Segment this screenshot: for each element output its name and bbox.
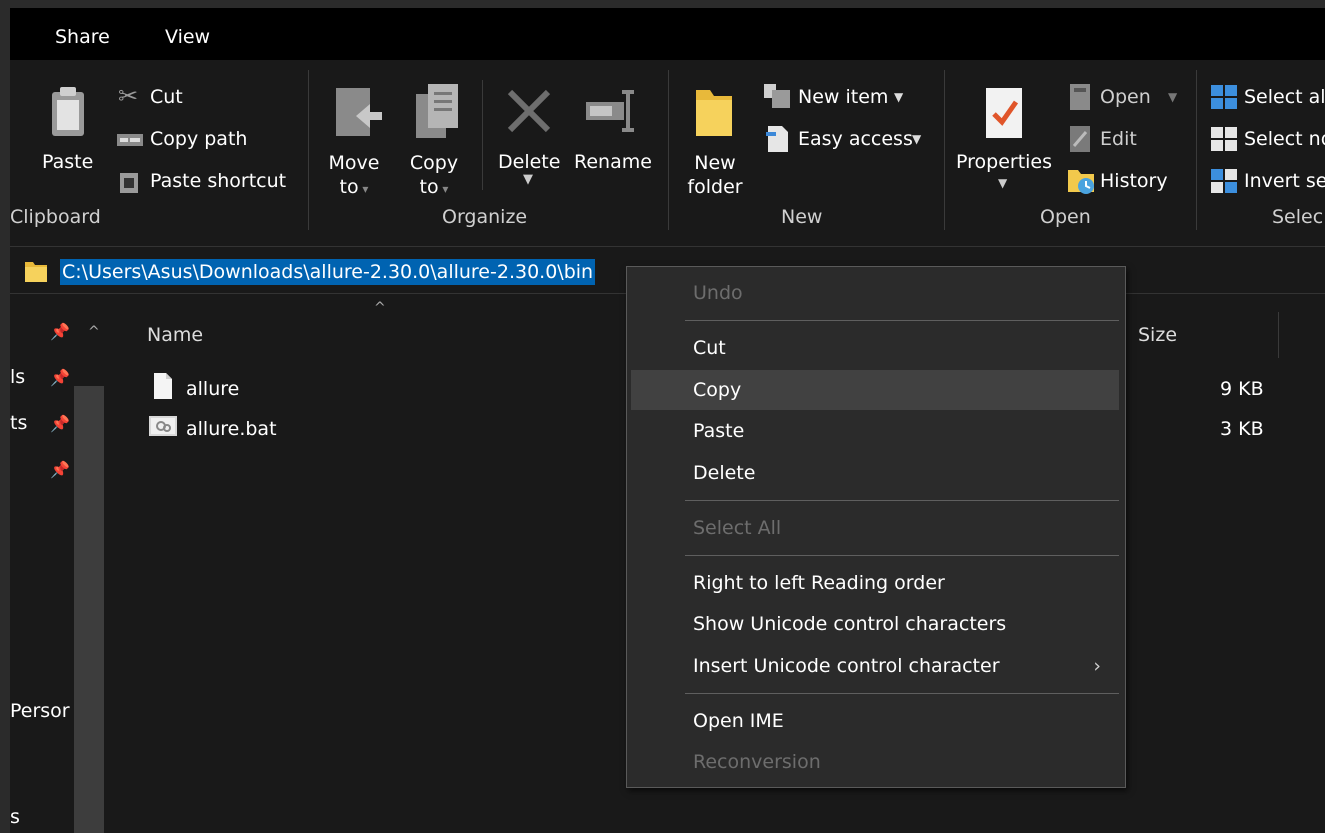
menu-item-open-ime[interactable]: Open IME [631,701,1119,741]
context-menu: Undo Cut Copy Paste Delete Select All Ri… [626,266,1126,788]
file-size: 9 KB [1220,378,1264,400]
history-icon [1068,170,1094,194]
properties-icon [986,88,1022,138]
new-item-icon [764,84,790,108]
organize-group-label: Organize [442,206,528,228]
new-folder-label-1: New [694,152,736,174]
file-name: allure [186,378,240,400]
chevron-down-icon: ▼ [523,172,533,187]
menu-item-paste[interactable]: Paste [631,411,1119,451]
navigation-pane: ^ 📌 ls 📌 ts 📌 📌 Persor s [10,294,107,833]
select-none-label: Select no [1244,128,1325,150]
open-group-label: Open [1040,206,1091,228]
batch-file-icon [149,416,177,436]
chevron-down-icon: ▼ [894,90,904,104]
select-group-label: Selec [1272,206,1324,228]
folder-icon [25,262,47,282]
move-to-label-2: to [339,176,359,198]
menu-item-cut[interactable]: Cut [631,328,1119,368]
menu-item-undo[interactable]: Undo [631,273,1119,313]
copy-path-label: Copy path [150,128,248,150]
menu-separator [685,500,1119,501]
ribbon: Paste ✂ Cut Copy path Paste shortcut Cli… [10,60,1325,244]
menu-separator [685,693,1119,694]
open-icon [1070,84,1090,110]
paste-shortcut-icon [120,173,138,193]
column-divider[interactable] [1278,312,1279,358]
clipboard-group-label: Clipboard [10,206,101,228]
nav-item[interactable]: ls [10,366,25,388]
move-to-icon [336,88,382,136]
chevron-up-icon[interactable]: ^ [88,324,100,340]
rename-label: Rename [574,151,652,173]
pin-icon[interactable]: 📌 [50,460,70,479]
pin-icon[interactable]: 📌 [50,414,70,433]
rename-icon [586,90,634,132]
menu-item-copy[interactable]: Copy [631,370,1119,410]
menu-item-show-unicode[interactable]: Show Unicode control characters [631,604,1119,644]
menu-item-select-all[interactable]: Select All [631,508,1119,548]
delete-x-icon [507,89,551,133]
easy-access-label: Easy access [798,128,913,150]
folder-icon [696,90,732,136]
pin-icon[interactable]: 📌 [50,322,70,341]
clipboard-icon [52,87,84,136]
ribbon-separator [1196,70,1197,230]
new-group-label: New [781,206,823,228]
nav-scrollbar[interactable] [74,386,104,833]
ribbon-separator [668,70,669,230]
edit-label: Edit [1100,128,1137,150]
new-folder-label-2: folder [687,176,743,198]
menu-item-insert-unicode[interactable]: Insert Unicode control character › [631,646,1119,686]
paste-label: Paste [42,151,94,173]
ribbon-separator [482,80,483,190]
chevron-down-icon: ▼ [912,132,922,146]
select-all-icon [1211,85,1237,109]
menu-separator [685,320,1119,321]
nav-item[interactable]: Persor [10,700,70,722]
copy-to-label-1: Copy [409,152,459,174]
move-to-label-1: Move [328,152,380,174]
tab-share[interactable]: Share [55,26,110,48]
column-header-size[interactable]: Size [1138,324,1177,346]
nav-item[interactable]: ts [10,412,27,434]
invert-selection-label: Invert se [1244,170,1325,192]
ribbon-separator [308,70,309,230]
copy-to-label-2: to [419,176,439,198]
new-item-label: New item [798,86,889,108]
invert-selection-icon [1211,169,1237,193]
paste-shortcut-label: Paste shortcut [150,170,287,192]
file-icon [154,373,172,399]
select-all-label: Select al [1244,86,1325,108]
address-path-selected[interactable]: C:\Users\Asus\Downloads\allure-2.30.0\al… [60,259,596,285]
ribbon-separator [944,70,945,230]
copy-path-icon [117,134,143,146]
chevron-down-icon: ▼ [1168,90,1178,104]
nav-item[interactable]: s [10,806,20,828]
tab-view[interactable]: View [165,26,210,48]
chevron-right-icon: › [1093,655,1101,677]
edit-icon [1070,126,1090,152]
history-label: History [1100,170,1168,192]
menu-item-reconversion[interactable]: Reconversion [631,742,1119,782]
column-header-name[interactable]: Name [147,324,203,346]
menu-separator [685,555,1119,556]
open-label: Open [1100,86,1151,108]
properties-label: Properties [956,151,1053,173]
menu-item-rtl-reading-order[interactable]: Right to left Reading order [631,563,1119,603]
scissors-icon: ✂ [118,82,139,110]
pin-icon[interactable]: 📌 [50,368,70,387]
sort-arrow-icon: ^ [374,300,386,316]
cut-label: Cut [150,86,183,108]
chevron-down-icon: ▼ [998,176,1008,190]
easy-access-icon [766,126,788,152]
file-size: 3 KB [1220,418,1264,440]
copy-to-icon [416,84,458,138]
ribbon-tab-bar: Share View [10,8,1325,60]
file-name: allure.bat [186,418,277,440]
delete-label: Delete [498,151,561,173]
select-none-icon [1211,127,1237,151]
menu-item-delete[interactable]: Delete [631,453,1119,493]
